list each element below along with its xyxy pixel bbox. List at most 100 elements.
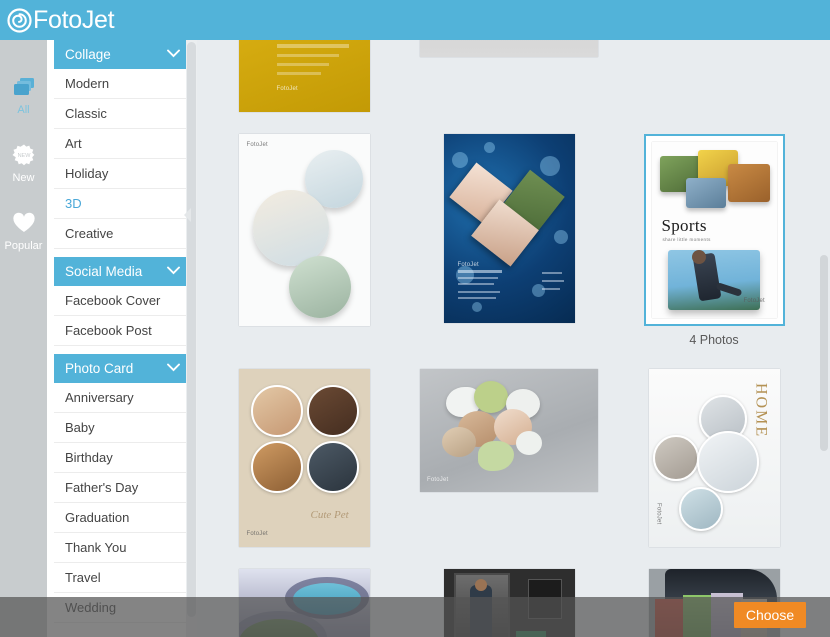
gallery-scrollbar-thumb[interactable] (820, 255, 828, 451)
template-thumb-butterfly-heart[interactable]: FotoJet (411, 369, 607, 492)
template-cell (411, 40, 607, 112)
sidebar-item-label: Travel (65, 570, 101, 585)
sidebar-item-label: Classic (65, 106, 107, 121)
sidebar-item-facebook-post[interactable]: Facebook Post (54, 316, 190, 346)
sidebar-item-anniversary[interactable]: Anniversary (54, 383, 190, 413)
template-thumb-sports-puzzle[interactable]: Sports share little moments FotoJet (643, 134, 785, 326)
fotojet-app: FotoJet All NEW New Popular Collage Mode… (0, 0, 830, 637)
sidebar-item-label: Facebook Post (65, 323, 152, 338)
template-thumb-blue-circles[interactable]: FotoJet (206, 134, 402, 326)
sidebar-item-label: Anniversary (65, 390, 134, 405)
new-burst-icon: NEW (11, 141, 37, 169)
template-art: FotoJet (238, 40, 370, 112)
svg-text:NEW: NEW (17, 153, 31, 159)
sidebar-item-baby[interactable]: Baby (54, 413, 190, 443)
template-cell: FotoJet (616, 40, 812, 112)
sidebar-item-label: Father's Day (65, 480, 139, 495)
brand-name: FotoJet (33, 5, 115, 34)
sidebar-item-art[interactable]: Art (54, 129, 190, 159)
rail-label-new: New (12, 171, 35, 184)
template-caption: 4 Photos (689, 333, 739, 347)
template-thumb-gray-room[interactable] (411, 40, 607, 57)
template-art: FotoJet (238, 134, 370, 326)
template-cell: FotoJet (411, 134, 607, 347)
watermark: FotoJet (457, 262, 479, 268)
sidebar-scrollbar-thumb[interactable] (187, 42, 196, 617)
sidebar-item-modern[interactable]: Modern (54, 69, 190, 99)
sidebar-item-fathers-day[interactable]: Father's Day (54, 473, 190, 503)
sidebar-group-label: Social Media (65, 264, 143, 279)
template-art: Sports share little moments FotoJet (651, 142, 777, 318)
template-thumb-cute-pet[interactable]: Cute Pet FotoJet (206, 369, 402, 547)
template-cell: FotoJet (206, 134, 402, 347)
sidebar-scroll-content: Collage Modern Classic Art Holiday 3D Cr… (47, 40, 197, 637)
template-art: Cute Pet FotoJet (238, 369, 370, 547)
template-art: HOME FotoJet (648, 369, 780, 547)
template-art: FotoJet (420, 369, 598, 492)
template-cell: FotoJet (206, 40, 402, 112)
template-cell: FotoJet (411, 369, 607, 547)
watermark: FotoJet (743, 298, 765, 304)
choose-button[interactable]: Choose (734, 602, 806, 628)
template-cell: Sports share little moments FotoJet 4 Ph… (616, 134, 812, 347)
template-title: Sports (661, 216, 707, 235)
sidebar-item-holiday[interactable]: Holiday (54, 159, 190, 189)
spiral-logo-icon (7, 7, 32, 33)
watermark: FotoJet (276, 86, 298, 92)
template-title: Cute Pet (310, 509, 349, 521)
template-thumb-gold-fan[interactable]: FotoJet (206, 40, 402, 112)
template-thumb-home-card[interactable]: HOME FotoJet (616, 369, 812, 547)
template-title: HOME (752, 383, 770, 439)
sidebar-item-label: Creative (65, 226, 114, 241)
template-grid: FotoJet FotoJet FotoJet Sports share lit… (197, 40, 813, 637)
sidebar-group-label: Photo Card (65, 361, 134, 376)
sidebar-group-photo-card[interactable]: Photo Card (54, 354, 190, 383)
template-art: FotoJet (443, 134, 575, 323)
sidebar-item-birthday[interactable]: Birthday (54, 443, 190, 473)
sidebar-item-creative[interactable]: Creative (54, 219, 190, 249)
watermark: FotoJet (246, 142, 268, 148)
watermark: FotoJet (427, 477, 449, 483)
rail-label-popular: Popular (4, 239, 43, 252)
stacked-layers-icon (11, 73, 37, 101)
sidebar-item-3d[interactable]: 3D (54, 189, 190, 219)
template-cell: Cute Pet FotoJet (206, 369, 402, 547)
template-subtitle: share little moments (662, 237, 711, 242)
sidebar-item-label: Baby (65, 420, 95, 435)
sidebar-item-label: Art (65, 136, 82, 151)
sidebar-collapse-arrow-icon[interactable] (184, 208, 191, 222)
rail-item-all[interactable]: All (0, 60, 47, 128)
sidebar-item-label: Thank You (65, 540, 127, 555)
sidebar-group-social-media[interactable]: Social Media (54, 257, 190, 286)
app-header: FotoJet (0, 0, 830, 40)
rail-label-all: All (17, 103, 30, 116)
watermark: FotoJet (655, 503, 662, 525)
sidebar-item-label: Holiday (65, 166, 109, 181)
rail-item-new[interactable]: NEW New (0, 128, 47, 196)
bottom-action-bar (0, 597, 830, 637)
sidebar-item-label: 3D (65, 196, 82, 211)
sidebar-item-thank-you[interactable]: Thank You (54, 533, 190, 563)
category-rail: All NEW New Popular (0, 40, 47, 637)
sidebar-item-classic[interactable]: Classic (54, 99, 190, 129)
sidebar-group-label: Collage (65, 47, 111, 62)
template-gallery: FotoJet FotoJet FotoJet Sports share lit… (197, 40, 830, 637)
watermark: FotoJet (246, 531, 268, 537)
sidebar-item-facebook-cover[interactable]: Facebook Cover (54, 286, 190, 316)
brand-logo[interactable]: FotoJet (0, 5, 115, 34)
template-thumb-baby-cube[interactable]: FotoJet (411, 134, 607, 323)
template-sidebar: Collage Modern Classic Art Holiday 3D Cr… (47, 40, 197, 637)
sidebar-item-label: Facebook Cover (65, 293, 161, 308)
sidebar-item-graduation[interactable]: Graduation (54, 503, 190, 533)
rail-item-popular[interactable]: Popular (0, 196, 47, 264)
sidebar-group-collage[interactable]: Collage (54, 40, 190, 69)
heart-icon (11, 209, 37, 237)
chevron-down-icon (167, 266, 180, 278)
chevron-down-icon (167, 363, 180, 375)
sidebar-item-label: Graduation (65, 510, 130, 525)
template-art (420, 40, 598, 57)
sidebar-item-label: Modern (65, 76, 110, 91)
sidebar-item-travel[interactable]: Travel (54, 563, 190, 593)
